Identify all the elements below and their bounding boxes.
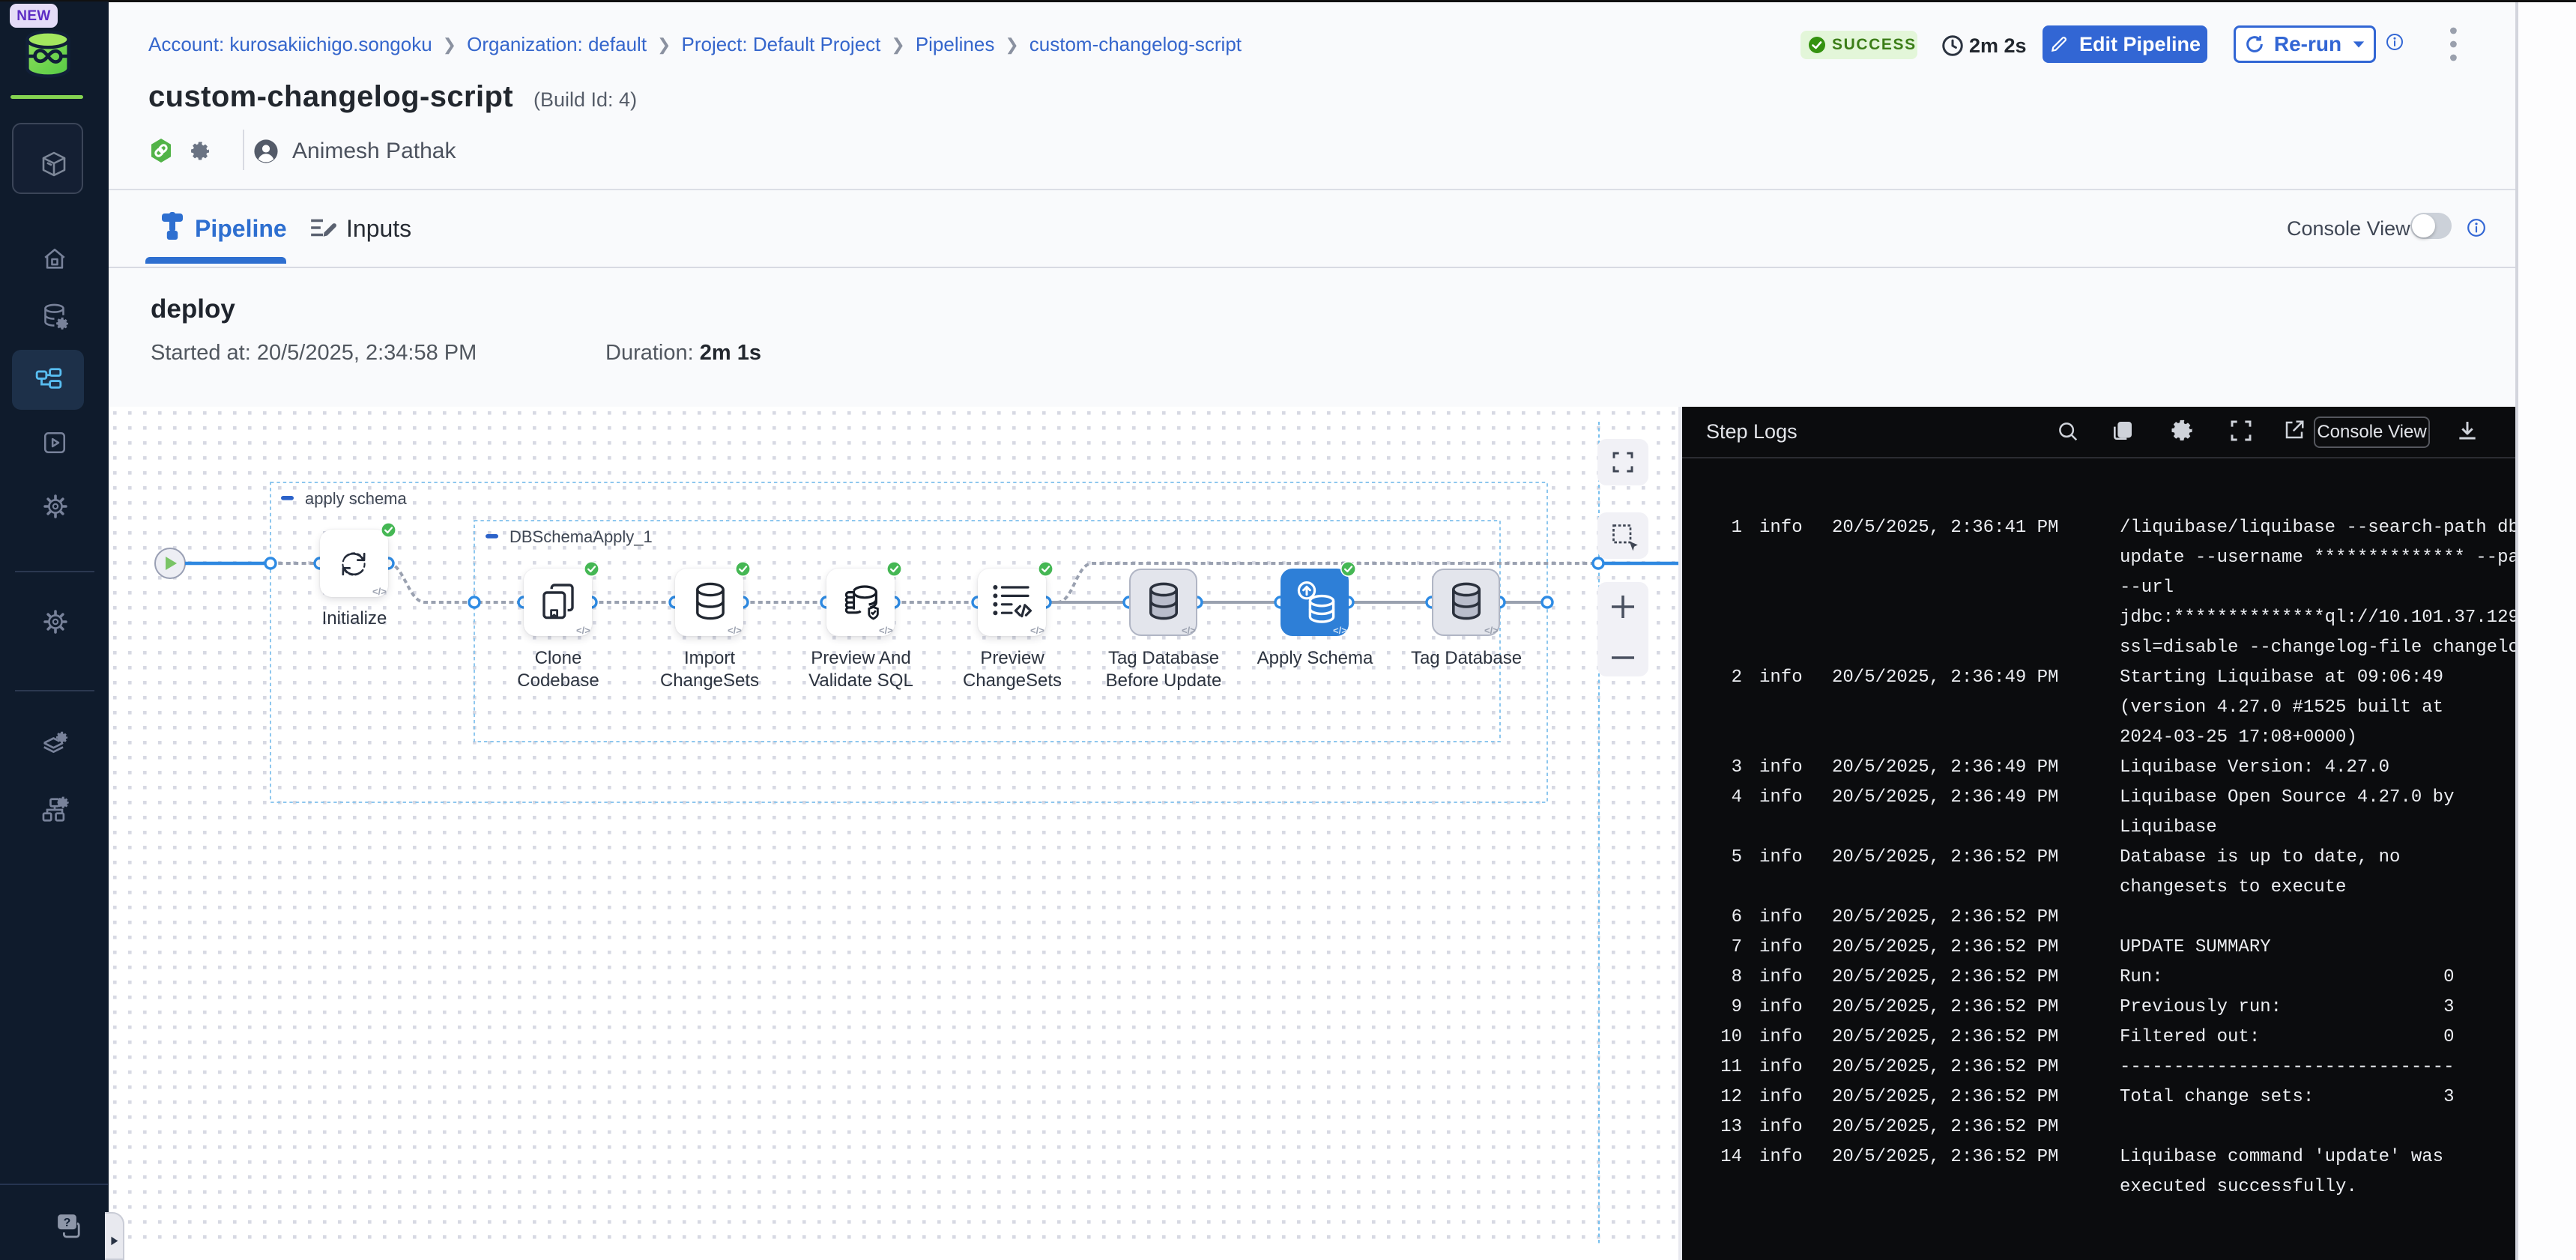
svg-text:DBSchemaApply_1: DBSchemaApply_1 (510, 527, 653, 546)
svg-text:apply schema: apply schema (305, 489, 408, 508)
